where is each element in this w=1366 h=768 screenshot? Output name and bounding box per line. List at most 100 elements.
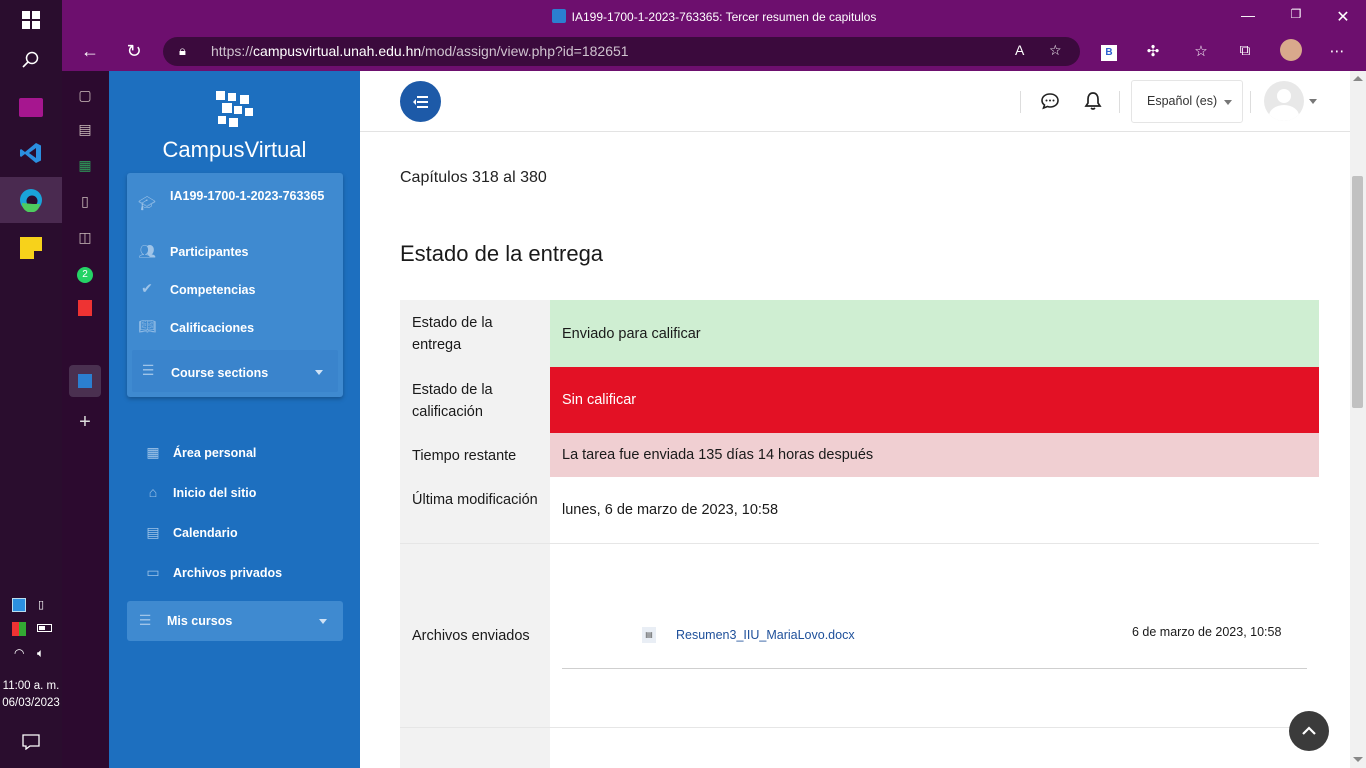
nav-competencias[interactable]: Competencias — [170, 283, 255, 297]
scroll-up-icon[interactable] — [1353, 76, 1363, 81]
course-nav-box: 🎓︎ IA199-1700-1-2023-763365 👥︎ Participa… — [127, 173, 343, 397]
row-value: Enviado para calificar — [550, 300, 1319, 367]
row-label: Última modificación — [400, 477, 550, 543]
mis-cursos-label: Mis cursos — [167, 614, 233, 628]
messages-icon[interactable] — [1038, 91, 1062, 116]
device-icon[interactable]: ▯ — [38, 598, 44, 611]
tab-file-icon[interactable]: ◫ — [75, 229, 95, 249]
user-avatar[interactable] — [1264, 81, 1304, 121]
url-domain: campusvirtual.unah.edu.hn — [253, 43, 422, 59]
profile-avatar[interactable] — [1280, 39, 1302, 65]
url-prefix: https:// — [211, 43, 254, 59]
window-title: IA199-1700-1-2023-763365: Tercer resumen… — [62, 9, 1366, 24]
drive-icon: ▭ — [146, 564, 160, 580]
notifications-bell-icon[interactable] — [1081, 91, 1105, 116]
table-row: Estado de la entrega Enviado para califi… — [400, 300, 1319, 367]
row-label: Estado de la calificación — [400, 367, 550, 433]
campus-logo-icon — [215, 91, 253, 127]
submitted-file-link[interactable]: Resumen3_IIU_MariaLovo.docx — [676, 628, 855, 642]
submitted-file-date: 6 de marzo de 2023, 10:58 — [1132, 625, 1282, 639]
more-menu-icon[interactable]: ⋯ — [1326, 42, 1348, 60]
page-scrollbar[interactable] — [1350, 71, 1366, 768]
table-row: Tiempo restante La tarea fue enviada 135… — [400, 433, 1319, 477]
browser-toolbar: ← ↻ 🔒︎ https://campusvirtual.unah.edu.hn… — [62, 33, 1366, 71]
course-link[interactable]: IA199-1700-1-2023-763365 — [170, 187, 330, 205]
back-to-top-button[interactable] — [1289, 711, 1329, 751]
vscode-icon[interactable] — [17, 139, 45, 167]
close-button[interactable]: ✕ — [1333, 7, 1353, 27]
new-tab-icon[interactable]: + — [75, 411, 95, 433]
clock-time[interactable]: 11:00 a. m. — [0, 678, 62, 695]
nav-inicio-sitio[interactable]: Inicio del sitio — [173, 486, 256, 500]
refresh-button[interactable]: ↻ — [122, 41, 146, 62]
search-icon[interactable] — [17, 46, 45, 74]
table-row: Última modificación lunes, 6 de marzo de… — [400, 477, 1319, 544]
tab-doc-icon[interactable]: ▤ — [75, 121, 95, 141]
campus-brand-text: CampusVirtual — [162, 137, 307, 162]
list-icon: ☰ — [141, 362, 155, 378]
back-button[interactable]: ← — [78, 41, 102, 62]
sticky-notes-icon[interactable] — [17, 234, 45, 262]
tab-sheets-icon[interactable]: ▦ — [75, 157, 95, 177]
minimize-button[interactable]: — — [1238, 7, 1258, 23]
row-label: Estado de la entrega — [400, 300, 550, 367]
active-tab[interactable] — [69, 365, 101, 397]
table-row: Estado de la calificación Sin calificar — [400, 367, 1319, 433]
scrollbar-thumb[interactable] — [1352, 176, 1363, 408]
url-text[interactable]: https://campusvirtual.unah.edu.hn/mod/as… — [211, 43, 629, 59]
lock-icon[interactable]: 🔒︎ — [179, 43, 186, 59]
row-value: La tarea fue enviada 135 días 14 horas d… — [550, 433, 1319, 477]
tab-page-icon[interactable]: ▯ — [75, 193, 95, 213]
calendar-icon: ▤ — [146, 524, 160, 540]
windows-start-icon[interactable] — [17, 6, 45, 34]
restore-button[interactable]: ❐ — [1286, 7, 1306, 21]
tab-whatsapp-icon[interactable]: 2 — [75, 264, 95, 284]
chevron-down-icon — [1224, 100, 1232, 105]
mis-cursos-toggle[interactable]: ☰ Mis cursos — [127, 601, 343, 641]
divider — [1250, 91, 1251, 113]
collections-icon[interactable]: ⧉ — [1234, 42, 1256, 59]
top-navbar: Español (es) — [360, 71, 1350, 132]
edge-icon[interactable] — [17, 186, 45, 214]
users-icon: 👥︎ — [138, 243, 156, 259]
dashboard-icon: ▦ — [146, 444, 160, 460]
url-path: /mod/assign/view.php?id=182651 — [421, 43, 629, 59]
course-sections-toggle[interactable]: ☰ Course sections — [132, 350, 338, 392]
address-bar[interactable]: 🔒︎ https://campusvirtual.unah.edu.hn/mod… — [163, 37, 1080, 66]
volume-icon[interactable]: 🔈︎ — [37, 646, 44, 661]
section-title: Estado de la entrega — [400, 241, 604, 266]
campus-logo[interactable]: CampusVirtual — [109, 89, 360, 162]
user-menu-chevron-icon[interactable] — [1309, 99, 1317, 104]
extensions-icon[interactable]: ✣ — [1142, 42, 1164, 60]
clock-date[interactable]: 06/03/2023 — [0, 695, 62, 712]
nav-area-personal[interactable]: Área personal — [173, 446, 256, 460]
menu-collapse-icon — [412, 95, 428, 108]
nav-calificaciones[interactable]: Calificaciones — [170, 321, 254, 335]
row-label: Tiempo restante — [400, 433, 550, 477]
row-label: Archivos enviados — [400, 544, 550, 727]
window-titlebar: IA199-1700-1-2023-763365: Tercer resumen… — [62, 0, 1366, 33]
tab-pdf-icon[interactable] — [75, 300, 95, 320]
network-icon[interactable] — [12, 598, 26, 612]
scroll-down-icon[interactable] — [1353, 757, 1363, 762]
window-title-text: IA199-1700-1-2023-763365: Tercer resumen… — [571, 10, 877, 24]
row-value: ▤ Resumen3_IIU_MariaLovo.docx 6 de marzo… — [550, 544, 1319, 727]
notifications-icon[interactable] — [17, 728, 45, 756]
security-icon[interactable] — [12, 622, 26, 636]
divider — [562, 668, 1307, 669]
battery-icon[interactable] — [37, 624, 52, 632]
divider — [1119, 91, 1120, 113]
favorite-add-icon[interactable]: ☆ — [1049, 42, 1062, 59]
read-aloud-icon[interactable]: A — [1015, 42, 1024, 58]
favorites-icon[interactable]: ☆ — [1190, 42, 1212, 60]
language-selector[interactable]: Español (es) — [1131, 80, 1243, 123]
drawer-toggle-button[interactable] — [400, 81, 441, 122]
nav-calendario[interactable]: Calendario — [173, 526, 238, 540]
tab-actions-icon[interactable]: ▢ — [75, 87, 95, 107]
wifi-icon[interactable]: ◠ — [14, 646, 24, 660]
file-explorer-icon[interactable] — [17, 93, 45, 121]
bing-extension-icon[interactable]: B — [1098, 42, 1120, 61]
row-value: lunes, 6 de marzo de 2023, 10:58 — [562, 502, 779, 518]
nav-archivos-privados[interactable]: Archivos privados — [173, 566, 282, 580]
nav-participantes[interactable]: Participantes — [170, 245, 249, 259]
